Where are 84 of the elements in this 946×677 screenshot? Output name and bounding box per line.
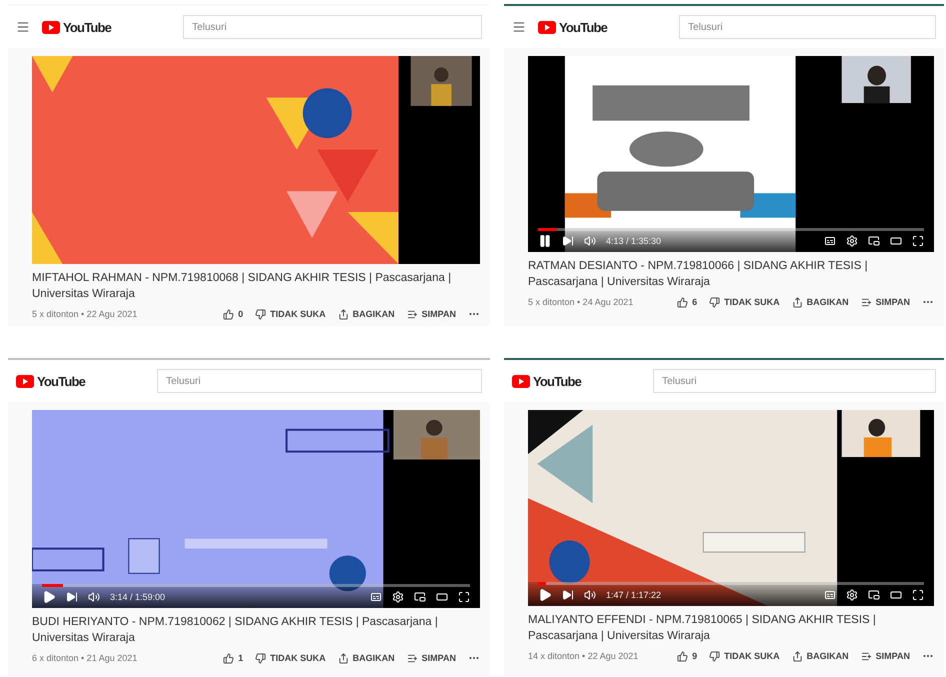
save-button[interactable]: SIMPAN — [860, 650, 910, 662]
share-icon — [338, 652, 349, 664]
save-button[interactable]: SIMPAN — [860, 296, 910, 308]
share-button[interactable]: BAGIKAN — [338, 652, 395, 664]
settings-icon[interactable] — [846, 235, 858, 247]
subtitles-icon[interactable] — [824, 589, 836, 601]
pause-icon[interactable] — [538, 234, 552, 248]
play-logo-icon — [512, 374, 530, 388]
menu-icon[interactable] — [16, 20, 30, 34]
play-logo-icon — [16, 374, 34, 388]
thumbs-up-icon — [223, 652, 234, 664]
add-to-list-icon — [860, 296, 872, 308]
subtitles-icon[interactable] — [370, 591, 382, 603]
progress-track[interactable] — [538, 582, 924, 585]
thumbs-up-icon — [223, 308, 234, 320]
share-icon — [338, 308, 349, 320]
theater-icon[interactable] — [890, 589, 902, 601]
youtube-logo[interactable]: YouTube — [42, 20, 112, 34]
play-logo-icon — [538, 20, 556, 34]
like-button[interactable]: 0 — [223, 308, 244, 320]
like-button[interactable]: 9 — [677, 650, 698, 662]
view-count: 6 x ditonton • 21 Agu 2021 — [32, 653, 138, 664]
view-count: 14 x ditonton • 22 Agu 2021 — [528, 651, 638, 662]
progress-track[interactable] — [42, 584, 470, 587]
play-icon[interactable] — [538, 588, 552, 602]
add-to-list-icon — [406, 308, 418, 320]
dislike-button[interactable]: TIDAK SUKA — [255, 308, 326, 320]
video-title: MALIYANTO EFFENDI - NPM.719810065 | SIDANG AKHIR TESIS | Pascasarjana | Universitas Wiraraja — [528, 613, 877, 644]
search-field[interactable]: Telusuri — [157, 369, 482, 393]
dislike-button[interactable]: TIDAK SUKA — [709, 650, 780, 662]
play-icon[interactable] — [42, 590, 56, 604]
save-button[interactable]: SIMPAN — [406, 652, 456, 664]
thumbs-up-icon — [677, 650, 688, 662]
add-to-list-icon — [406, 652, 418, 664]
save-button[interactable]: SIMPAN — [406, 308, 456, 320]
youtube-logo[interactable]: YouTube — [512, 374, 582, 388]
youtube-logo[interactable]: YouTube — [538, 20, 608, 34]
dislike-button[interactable]: TIDAK SUKA — [709, 296, 780, 308]
fullscreen-icon[interactable] — [458, 591, 470, 603]
subtitles-icon[interactable] — [824, 235, 836, 247]
miniplayer-icon[interactable] — [868, 589, 880, 601]
next-icon[interactable] — [562, 589, 574, 601]
share-button[interactable]: BAGIKAN — [792, 296, 849, 308]
view-count: 5 x ditonton • 24 Agu 2021 — [528, 297, 634, 308]
like-button[interactable]: 1 — [223, 652, 244, 664]
time-readout: 1:47 / 1:17:22 — [606, 590, 662, 600]
thumbs-down-icon — [709, 650, 720, 662]
video-title: MIFTAHOL RAHMAN - NPM.719810068 | SIDANG AKHIR TESIS | Pascasarjana | Universitas Wiraraja — [32, 271, 452, 302]
settings-icon[interactable] — [846, 589, 858, 601]
theater-icon[interactable] — [890, 235, 902, 247]
thumbs-up-icon — [677, 296, 688, 308]
thumbs-down-icon — [709, 296, 720, 308]
menu-icon[interactable] — [512, 20, 526, 34]
volume-icon[interactable] — [584, 589, 596, 601]
theater-icon[interactable] — [436, 591, 448, 603]
youtube-logo[interactable]: YouTube — [16, 374, 86, 388]
miniplayer-icon[interactable] — [414, 591, 426, 603]
dislike-button[interactable]: TIDAK SUKA — [255, 652, 326, 664]
progress-track[interactable] — [538, 228, 924, 231]
search-field[interactable]: Telusuri — [653, 369, 936, 393]
thumbs-down-icon — [255, 652, 266, 664]
play-logo-icon — [42, 20, 60, 34]
add-to-list-icon — [860, 650, 872, 662]
settings-icon[interactable] — [392, 591, 404, 603]
volume-icon[interactable] — [584, 235, 596, 247]
share-icon — [792, 650, 803, 662]
next-icon[interactable] — [562, 235, 574, 247]
search-field[interactable]: Telusuri — [679, 15, 936, 39]
like-button[interactable]: 6 — [677, 296, 698, 308]
time-readout: 4:13 / 1:35:30 — [606, 236, 662, 246]
fullscreen-icon[interactable] — [912, 235, 924, 247]
search-field[interactable]: Telusuri — [183, 15, 482, 39]
view-count: 5 x ditonton • 22 Agu 2021 — [32, 309, 138, 320]
next-icon[interactable] — [66, 591, 78, 603]
share-button[interactable]: BAGIKAN — [792, 650, 849, 662]
fullscreen-icon[interactable] — [912, 589, 924, 601]
share-button[interactable]: BAGIKAN — [338, 308, 395, 320]
video-title: BUDI HERIYANTO - NPM.719810062 | SIDANG AKHIR TESIS | Pascasarjana | Universitas Wiraraja — [32, 615, 439, 646]
time-readout: 3:14 / 1:59:00 — [110, 592, 166, 602]
share-icon — [792, 296, 803, 308]
volume-icon[interactable] — [88, 591, 100, 603]
miniplayer-icon[interactable] — [868, 235, 880, 247]
thumbs-down-icon — [255, 308, 266, 320]
video-title: RATMAN DESIANTO - NPM.719810066 | SIDANG AKHIR TESIS | Pascasarjana | Universitas Wiraraja — [528, 259, 869, 290]
